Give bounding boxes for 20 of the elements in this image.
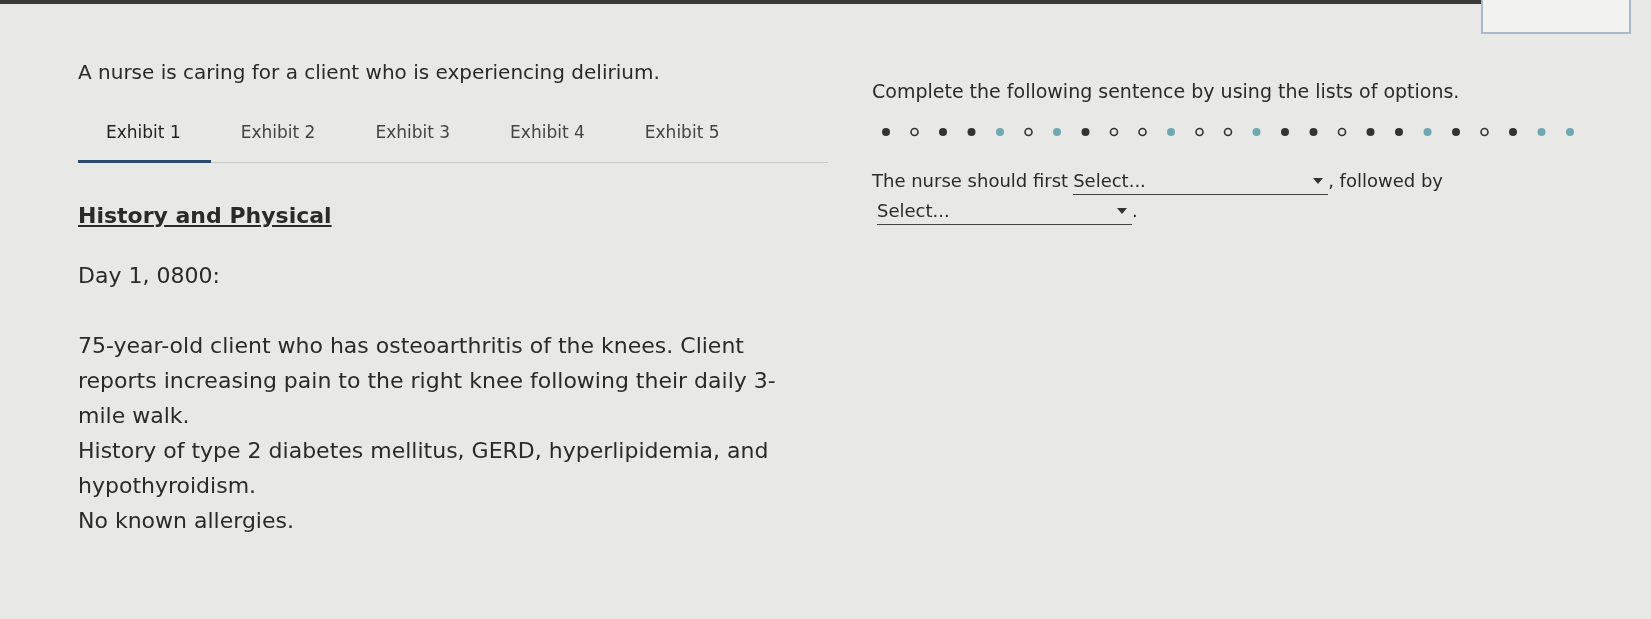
instruction-text: Complete the following sentence by using the lists of options.: [872, 80, 1461, 102]
exhibit-tab[interactable]: Exhibit 2: [210, 122, 346, 163]
sentence-text: , followed by: [1328, 170, 1443, 191]
caret-icon: [1116, 207, 1128, 215]
question-text: A nurse is caring for a client who is experiencing delirium.: [78, 60, 661, 84]
exhibit-paragraph: History of type 2 diabetes mellitus, GERD, hyperlipidemia, and hypothyroidism.: [78, 437, 770, 500]
exhibit-tab[interactable]: Exhibit 5: [614, 122, 750, 163]
select-dropdown[interactable]: Select...: [877, 198, 1132, 225]
toolbar-button[interactable]: [1481, 0, 1631, 34]
exhibit-tab[interactable]: Exhibit 4: [480, 122, 615, 163]
date-line: Day 1, 0800:: [78, 262, 221, 290]
exhibit-paragraph: 75-year-old client who has osteoarthritis of the knees. Client reports increasing pain to the right knee following their daily 3-mile walk.: [78, 332, 777, 430]
exhibit-tab[interactable]: Exhibit 1: [78, 122, 211, 163]
sentence-text: The nurse should first: [872, 170, 1069, 191]
exhibit-tab[interactable]: Exhibit 3: [345, 122, 481, 163]
exhibit-heading: History and Physical: [78, 203, 332, 228]
sentence-text: .: [1132, 200, 1138, 221]
caret-icon: [1312, 177, 1325, 185]
select-dropdown[interactable]: Select...: [1073, 168, 1329, 195]
exhibit-paragraph: No known allergies.: [78, 507, 295, 535]
